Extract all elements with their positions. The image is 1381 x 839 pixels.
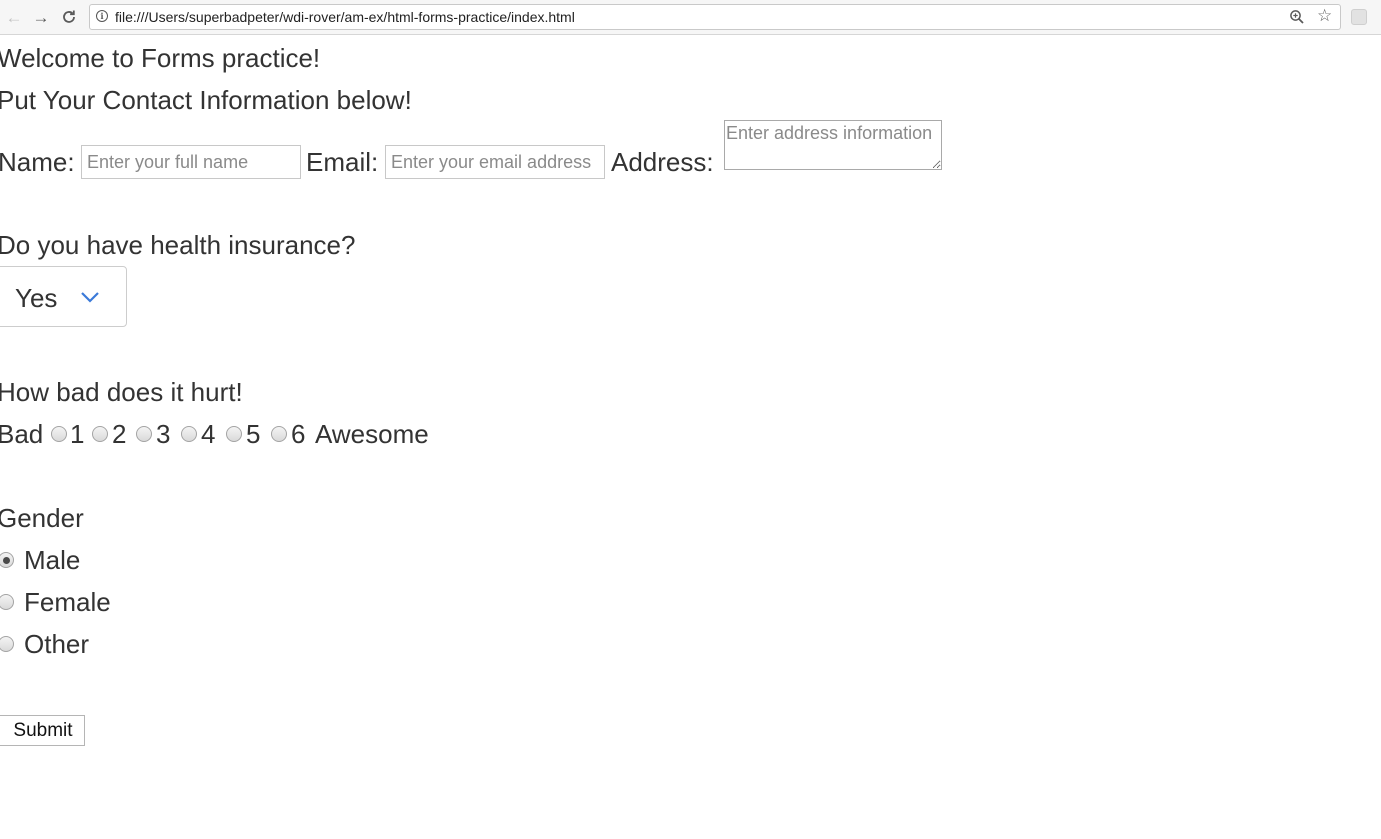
name-input[interactable] xyxy=(81,145,301,179)
pain-option-label: 6 xyxy=(291,419,306,449)
address-label: Address: xyxy=(611,147,714,177)
pain-option-label: 2 xyxy=(112,419,127,449)
back-arrow-icon[interactable]: ← xyxy=(4,7,24,27)
pain-radio-1[interactable] xyxy=(51,426,67,442)
pain-high-label: Awesome xyxy=(315,419,429,449)
email-input[interactable] xyxy=(385,145,605,179)
pain-option-label: 5 xyxy=(246,419,261,449)
pain-radio-3[interactable] xyxy=(136,426,152,442)
insurance-selected-value: Yes xyxy=(15,283,58,313)
chevron-down-icon xyxy=(80,290,100,304)
address-bar[interactable]: i file:///Users/superbadpeter/wdi-rover/… xyxy=(89,4,1341,30)
page-content: Welcome to Forms practice! Put Your Cont… xyxy=(0,35,1381,839)
pain-low-label: Bad xyxy=(0,419,44,449)
name-label: Name: xyxy=(0,147,75,177)
forward-arrow-icon[interactable]: → xyxy=(31,7,51,27)
page-heading: Welcome to Forms practice! xyxy=(0,43,321,73)
pain-option-label: 4 xyxy=(201,419,216,449)
pain-radio-2[interactable] xyxy=(92,426,108,442)
gender-option-label: Female xyxy=(24,587,111,617)
page-subheading: Put Your Contact Information below! xyxy=(0,85,412,115)
insurance-select[interactable]: Yes xyxy=(0,266,127,327)
submit-button[interactable]: Submit xyxy=(0,715,85,746)
zoom-icon[interactable] xyxy=(1289,9,1305,25)
pain-radio-4[interactable] xyxy=(181,426,197,442)
gender-radio-other[interactable] xyxy=(0,636,14,652)
email-label: Email: xyxy=(306,147,379,177)
extension-icon[interactable] xyxy=(1351,9,1367,25)
pain-question: How bad does it hurt! xyxy=(0,377,243,407)
url-text[interactable]: file:///Users/superbadpeter/wdi-rover/am… xyxy=(115,9,575,25)
pain-option-label: 3 xyxy=(156,419,171,449)
pain-option-label: 1 xyxy=(70,419,85,449)
gender-radio-female[interactable] xyxy=(0,594,14,610)
gender-radio-male[interactable] xyxy=(0,552,14,568)
pain-radio-6[interactable] xyxy=(271,426,287,442)
info-icon[interactable]: i xyxy=(96,10,108,22)
pain-radio-5[interactable] xyxy=(226,426,242,442)
gender-option-label: Male xyxy=(24,545,81,575)
insurance-question: Do you have health insurance? xyxy=(0,230,356,260)
gender-label: Gender xyxy=(0,503,84,533)
bookmark-star-icon[interactable]: ☆ xyxy=(1317,7,1332,24)
gender-option-label: Other xyxy=(24,629,90,659)
reload-icon[interactable] xyxy=(59,7,79,27)
browser-toolbar: ← → i file:///Users/superbadpeter/wdi-ro… xyxy=(0,0,1381,35)
address-textarea[interactable] xyxy=(724,120,942,170)
